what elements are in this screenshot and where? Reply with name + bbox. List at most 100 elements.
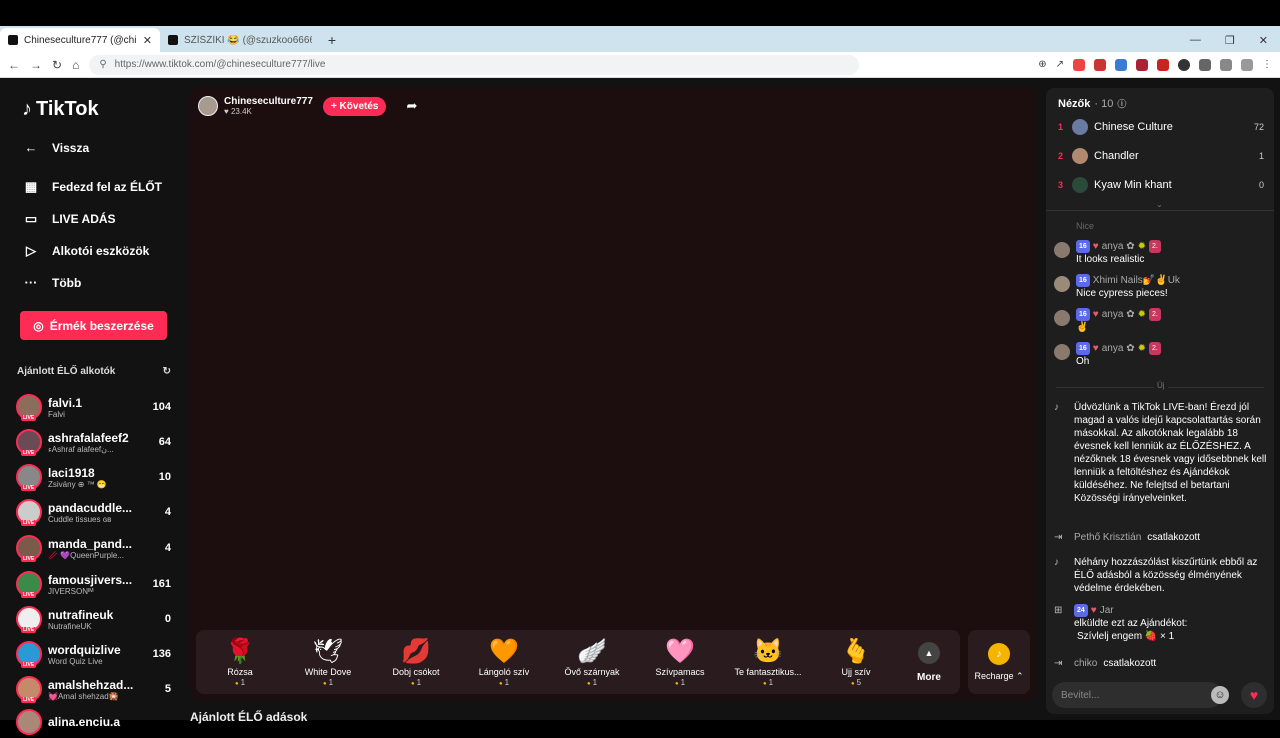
follow-button[interactable]: + Követés [322,96,387,116]
creator-item[interactable]: LIVE pandacuddle... Cuddle tissues ɢʙ 4 [16,496,171,528]
nav-back[interactable]: ← Vissza [22,140,90,155]
get-coins-button[interactable]: ◎ Érmék beszerzése [20,311,167,340]
creator-item[interactable]: LIVE famousjivers... JIVERSONᴵᴹ 161 [16,568,171,600]
extension-shield-icon[interactable] [1073,58,1085,71]
viewer-score: 1 [1258,151,1264,161]
back-icon[interactable]: ← [8,58,20,72]
like-heart-button[interactable]: ♥ [1241,682,1267,708]
url-field[interactable]: ⚲ https://www.tiktok.com/@chineseculture… [89,54,860,75]
creator-item[interactable]: LIVE ashrafalafeef2 ءAshraf alafeefن... 6… [16,426,171,458]
extension-x-icon[interactable] [1136,58,1148,71]
site-info-icon[interactable]: ⚲ [99,59,106,70]
avatar: LIVE [16,606,42,633]
nav-explore-live[interactable]: ▦ Fedezd fel az ÉLŐT [22,179,162,195]
gift-item[interactable]: 💋Dobj csókot1 [372,638,460,687]
window-close-icon[interactable]: ✕ [1259,34,1268,47]
emoji-icon[interactable]: ☺ [1211,686,1229,704]
viewer-row[interactable]: 1 Chinese Culture 72 [1058,119,1264,135]
avatar[interactable] [1054,344,1070,360]
creator-item[interactable]: LIVE falvi.1 Falvi 104 [16,391,171,423]
joined-username[interactable]: Pethő Krisztián [1074,532,1141,543]
window-controls: — ❐ ✕ [1190,28,1280,52]
avatar[interactable] [1054,242,1070,258]
nav-creator-tools[interactable]: ▷ Alkotói eszközök [22,243,149,259]
chat-username[interactable]: anya ✿ [1102,342,1135,355]
creator-item[interactable]: LIVE laci1918 Zsivány ⊕ ™ 😁 10 [16,461,171,493]
sidebar-icon[interactable] [1220,58,1232,71]
extension-circle-icon[interactable] [1178,58,1190,71]
zoom-icon[interactable]: ⊕ [1038,59,1046,70]
browser-tab-active[interactable]: Chineseculture777 (@chineseculture777) ✕ [0,28,160,52]
chat-username[interactable]: anya ✿ [1102,308,1135,321]
forward-icon[interactable]: → [30,58,42,72]
level-badge: 16 [1076,308,1090,321]
chat-input[interactable]: Bevitel... [1052,682,1222,708]
gift-price: 1 [675,678,685,687]
nav-live-broadcast[interactable]: ▭ LIVE ADÁS [22,211,116,227]
gift-name: Rózsa [227,666,253,677]
host-likes: ♥ 23.4K [224,107,313,116]
info-icon[interactable]: ⓘ [1117,97,1126,110]
gift-item[interactable]: 🐱Te fantasztikus...1 [724,638,812,687]
minimize-icon[interactable]: — [1190,34,1201,46]
chat-username[interactable]: Xhimi Nails💅✌Uk [1093,274,1180,287]
recharge-label: Recharge ⌃ [974,670,1024,681]
more-gifts-button[interactable]: ▲ More [900,641,958,683]
gift-item[interactable]: 🩷Szívpamacs1 [636,638,724,687]
creator-item[interactable]: LIVE wordquizlive Word Quiz Live 136 [16,638,171,670]
tab-close-icon[interactable]: ✕ [143,34,152,47]
expand-viewers-icon[interactable]: ⌄ [1156,200,1163,209]
viewer-count: 64 [158,436,171,448]
more-label: More [917,671,941,683]
gift-item[interactable]: 🫰Ujj szív5 [812,638,900,687]
viewer-row[interactable]: 3 Kyaw Min khant 0 [1058,177,1264,193]
gift-price: 1 [235,678,245,687]
reload-icon[interactable]: ↻ [52,58,62,72]
creator-item[interactable]: LIVE manda_pand... 🥢 💜QueenPurple... 4 [16,532,171,564]
viewer-rank: 2 [1058,151,1064,161]
host-avatar[interactable] [198,96,218,116]
extension-warning-icon[interactable] [1094,58,1106,71]
gift-item[interactable]: 🧡Lángoló szív1 [460,638,548,687]
share-page-icon[interactable]: ↗ [1056,59,1064,70]
creator-item[interactable]: LIVE nutrafineuk NutrafineUK 0 [16,603,171,635]
gift-item-text: Szívlelj engem 🍓 × 1 [1077,631,1175,642]
recharge-button[interactable]: ♪ Recharge ⌃ [968,630,1030,694]
new-tab-button[interactable]: + [320,28,344,52]
profile-icon[interactable] [1241,58,1253,71]
gift-name: Lángoló szív [478,666,530,677]
home-icon[interactable]: ⌂ [72,58,79,72]
avatar[interactable] [1054,310,1070,326]
welcome-text: Üdvözlünk a TikTok LIVE-ban! Érezd jól m… [1074,402,1267,504]
chat-username[interactable]: anya ✿ [1102,240,1135,253]
host-name[interactable]: Chineseculture777 [224,96,313,107]
creator-item[interactable]: alina.enciu.a [16,706,171,738]
gift-username[interactable]: Jar [1100,604,1114,617]
gift-bar: 🌹Rózsa1 🕊White Dove1 💋Dobj csókot1 🧡Láng… [196,630,960,694]
nav-more[interactable]: ··· Több [22,275,82,290]
wings-gift-icon: 🪽 [577,637,607,665]
viewer-row[interactable]: 2 Chandler 1 [1058,148,1264,164]
creator-subtitle: ءAshraf alafeefن... [48,444,114,454]
joined-username[interactable]: chiko [1074,658,1097,669]
refresh-icon[interactable]: ↻ [163,366,171,377]
share-icon[interactable]: ➦ [406,98,417,114]
browser-tab-inactive[interactable]: ŠŽĪŠŽĪKI 😂 (@szuzkoo6666) ÉLŐ [160,28,320,52]
creator-item[interactable]: LIVE amalshehzad... 💓Amal shehzad🎇 5 [16,673,171,705]
gift-item[interactable]: 🪽Övő szárnyak1 [548,638,636,687]
translate-icon[interactable] [1115,58,1127,71]
gift-item[interactable]: 🌹Rózsa1 [196,638,284,687]
gift-item[interactable]: 🕊White Dove1 [284,638,372,687]
live-video-player[interactable]: Chineseculture777 ♥ 23.4K + Követés ➦ 🌹 R… [190,88,1036,700]
browser-menu-icon[interactable]: ⋮ [1262,59,1272,70]
extension-hls-icon[interactable] [1157,58,1169,71]
restore-icon[interactable]: ❐ [1225,34,1235,47]
viewer-count: 5 [164,683,171,695]
flaming-heart-gift-icon: 🧡 [489,637,519,665]
nav-label: LIVE ADÁS [52,212,116,226]
coin-icon: ♪ [988,642,1010,665]
extension-puzzle-icon[interactable] [1199,58,1211,71]
avatar[interactable] [1054,276,1070,292]
kiss-gift-icon: 💋 [401,637,431,665]
tiktok-logo[interactable]: ♪ TikTok [22,98,99,121]
